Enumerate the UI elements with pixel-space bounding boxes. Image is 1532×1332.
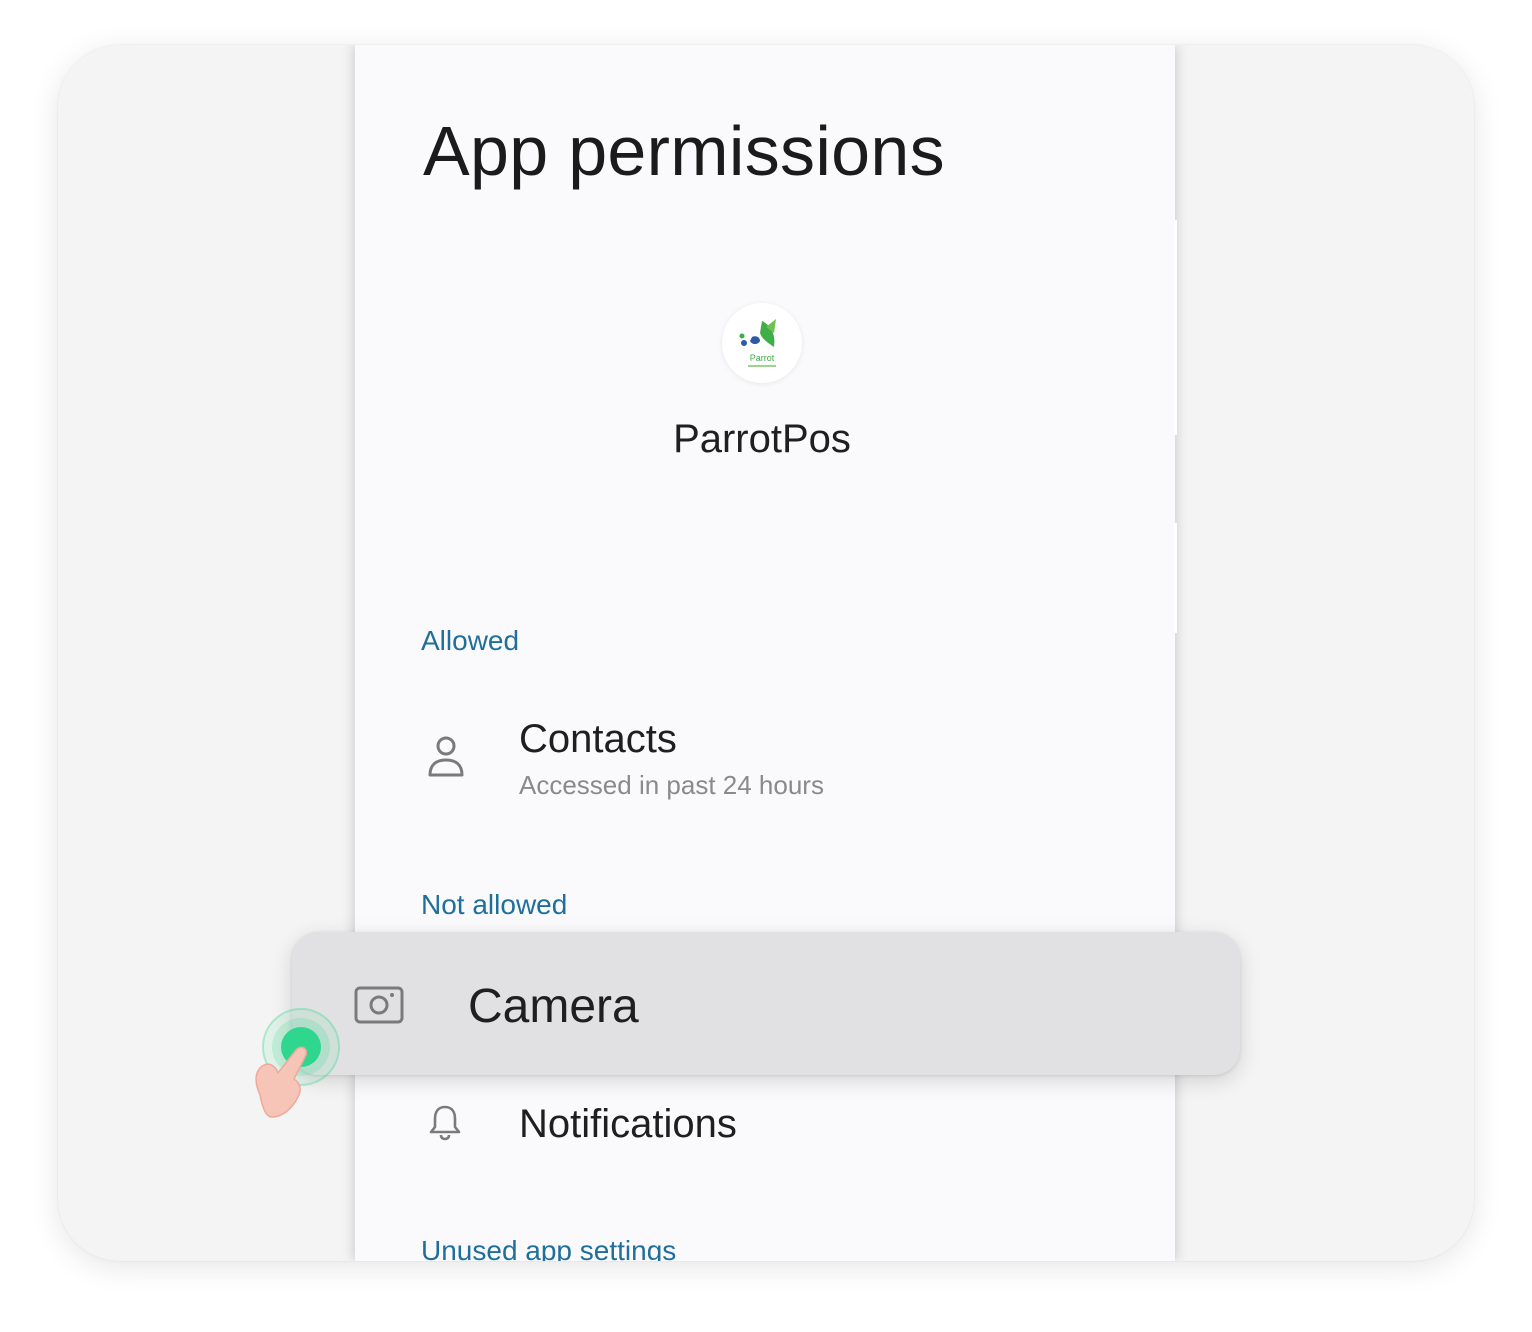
side-button-mark [1174, 523, 1177, 633]
app-logo-wordmark: Parrot [750, 353, 775, 363]
section-header-allowed: Allowed [421, 625, 520, 656]
permission-title: Contacts [519, 717, 677, 761]
page-title: App permissions [423, 112, 945, 190]
permission-item-camera[interactable]: Camera [292, 932, 1240, 1075]
person-icon [426, 735, 466, 784]
permission-title: Camera [468, 980, 639, 1033]
section-header-unused-app-settings[interactable]: Unused app settings [421, 1235, 676, 1261]
bell-icon [428, 1103, 462, 1146]
hand-tap-icon [238, 1005, 358, 1135]
camera-icon [354, 985, 404, 1030]
permission-title: Notifications [519, 1102, 737, 1146]
parrotpos-logo-icon: Parrot [722, 303, 802, 383]
screenshot-frame: App permissions Parrot ParrotPos Allowed… [58, 45, 1474, 1261]
section-header-not-allowed: Not allowed [421, 889, 568, 920]
permission-subtitle: Accessed in past 24 hours [519, 770, 824, 800]
app-name: ParrotPos [673, 417, 851, 461]
side-button-mark [1174, 220, 1177, 435]
